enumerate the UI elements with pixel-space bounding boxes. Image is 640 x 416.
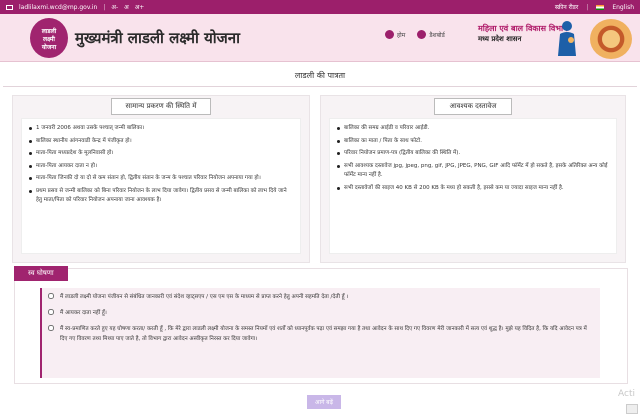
consent-checkbox[interactable] [48,293,54,299]
self-declaration-body: मैं लाडली लक्ष्मी योजना पंजीयन से संबंधि… [40,288,600,378]
list-item: प्रथम प्रसव से जन्मी बालिका को बिना परिव… [28,187,294,206]
consent-label: मैं लाडली लक्ष्मी योजना पंजीयन से संबंधि… [60,294,349,300]
list-item: बालिका स्थानीय आंगनवाडी केन्द्र में पंजी… [28,137,294,147]
flag-icon [596,4,605,10]
non-taxpayer-checkbox[interactable] [48,309,54,315]
required-documents-panel: आवश्यक दस्तावेज बालिका की समग्र आईडी व प… [320,95,626,263]
page-title: लाडली की पात्रता [294,71,346,80]
site-header: लाडली लक्ष्मी योजना मुख्यमंत्री लाडली लक… [0,14,640,62]
self-declaration-title: स्व घोषणा [14,266,68,281]
self-certification-checkbox[interactable] [48,325,54,331]
general-conditions-panel: सामान्य प्रकरण की स्थिति में 1 जनवरी 200… [12,95,310,263]
mp-emblem-icon [590,19,632,59]
list-item: सभी दस्तावेजों की साइज 40 KB से 200 KB क… [336,184,610,194]
dashboard-icon [417,30,427,39]
top-utility-bar: ladlilaxmi.wcd@mp.gov.in | अ- अ अ+ स्क्र… [0,0,640,14]
woman-child-icon [558,21,576,56]
list-item: परिवार नियोजन प्रमाण-पत्र (द्वितीय बालिक… [336,149,610,159]
nav-home[interactable]: होम [385,30,405,39]
required-documents-title: आवश्यक दस्तावेज [434,97,512,115]
non-taxpayer-label: मैं आयकर दाता नहीं हूँ। [60,310,107,316]
next-button[interactable]: आगे बढ़ें [307,395,341,409]
department-name: महिला एवं बाल विकास विभाग मध्य प्रदेश शा… [478,24,568,43]
list-item: माता-पिता मध्यप्रदेश के मूलनिवासी हो। [28,149,294,159]
home-icon [385,30,394,39]
list-item: बालिका की समग्र आईडी व परिवार आईडी. [336,124,610,134]
nav-dashboard[interactable]: डैशबोर्ड [417,30,445,39]
font-increase-button[interactable]: अ+ [135,3,145,11]
list-item: माता-पिता जिनकी दो या दो से कम संतान हो,… [28,174,294,184]
list-item: 1 जनवरी 2006 अथवा उसके पश्चात् जन्मी बाल… [28,124,294,134]
scrollbar[interactable] [626,404,638,414]
font-normal-button[interactable]: अ [124,3,129,11]
list-item: माता-पिता आयकर दाता न हो। [28,162,294,172]
email-link[interactable]: ladlilaxmi.wcd@mp.gov.in [19,4,97,11]
screen-reader-link[interactable]: स्क्रीन रीडर [555,3,578,11]
list-item: बालिका का माता / पिता के साथ फोटो. [336,137,610,147]
header-nav: होम डैशबोर्ड [385,30,445,39]
mail-icon [6,4,13,10]
language-link[interactable]: English [612,4,634,11]
list-item: सभी आवश्यक दस्तावेज jpg, jpeg, png, gif,… [336,162,610,181]
nav-dashboard-label: डैशबोर्ड [429,31,445,39]
site-title: मुख्यमंत्री लाडली लक्ष्मी योजना [75,29,241,47]
activation-watermark: Acti [618,389,635,399]
scheme-logo[interactable]: लाडली लक्ष्मी योजना [30,18,68,58]
font-decrease-button[interactable]: अ- [111,3,118,11]
divider [3,86,637,87]
nav-home-label: होम [397,31,406,39]
self-certification-label: मैं स्व-प्रमाणित करते हुए यह घोषणा करता/… [60,326,587,342]
general-conditions-title: सामान्य प्रकरण की स्थिति में [110,97,212,115]
